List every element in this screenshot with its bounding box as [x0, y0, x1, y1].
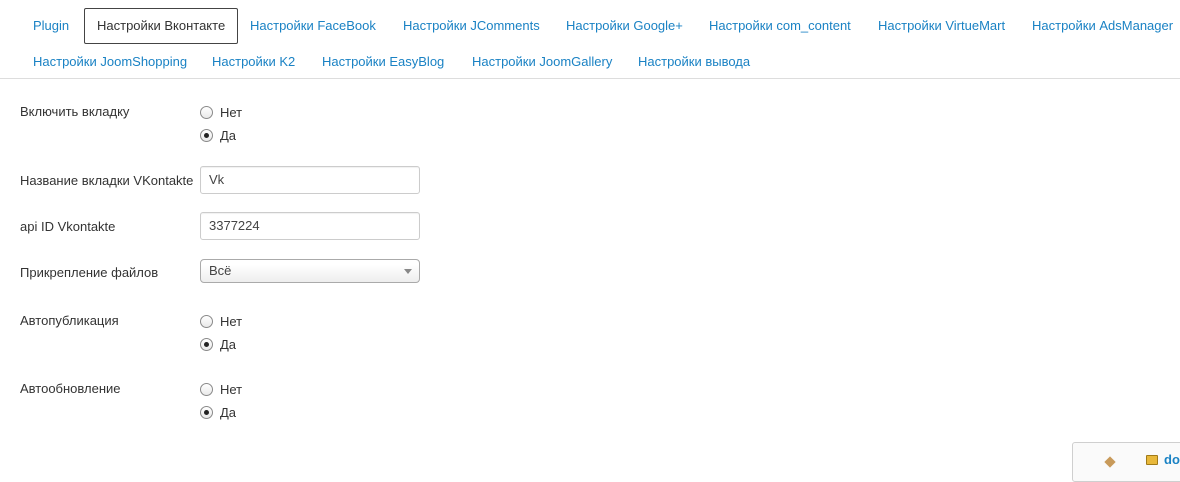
enable-tab-no-label: Нет — [220, 104, 243, 120]
enable-tab-yes-radio[interactable] — [200, 128, 213, 142]
tab-joomgallery-settings[interactable]: Настройки JoomGallery — [472, 44, 612, 80]
enable-tab-no-radio[interactable] — [200, 105, 213, 119]
tab-output-settings[interactable]: Настройки вывода — [638, 44, 750, 80]
bottom-toolbar-link[interactable]: do — [1164, 452, 1180, 467]
attachments-selected-value: Всё — [209, 263, 232, 278]
tab-jcomments-settings[interactable]: Настройки JComments — [403, 8, 540, 44]
enable-tab-yes-label: Да — [220, 127, 237, 143]
autopublish-label: Автопубликация — [20, 313, 119, 328]
tab-easyblog-settings[interactable]: Настройки EasyBlog — [322, 44, 444, 80]
tab-k2-settings[interactable]: Настройки K2 — [212, 44, 295, 80]
autopublish-yes-option[interactable]: Да — [200, 336, 236, 352]
autoupdate-yes-radio[interactable] — [200, 405, 213, 419]
tab-virtuemart-settings[interactable]: Настройки VirtueMart — [878, 8, 1005, 44]
tab-adsmanager-settings[interactable]: Настройки AdsManager — [1032, 8, 1173, 44]
folder-icon — [1146, 455, 1158, 465]
chevron-down-icon — [404, 269, 412, 274]
tab-plugin[interactable]: Plugin — [33, 8, 69, 44]
api-id-input[interactable]: 3377224 — [200, 212, 420, 240]
autopublish-no-radio[interactable] — [200, 314, 213, 328]
settings-tabs: Plugin Настройки Вконтакте Настройки Fac… — [0, 0, 1180, 79]
autoupdate-no-option[interactable]: Нет — [200, 381, 242, 397]
tab-facebook-settings[interactable]: Настройки FaceBook — [250, 8, 376, 44]
enable-tab-label: Включить вкладку — [20, 104, 130, 119]
autoupdate-label: Автообновление — [20, 381, 121, 396]
autoupdate-no-label: Нет — [220, 381, 243, 397]
api-id-label: api ID Vkontakte — [20, 219, 116, 234]
autopublish-yes-label: Да — [220, 336, 237, 352]
autopublish-no-label: Нет — [220, 313, 243, 329]
tab-name-input[interactable]: Vk — [200, 166, 420, 194]
attachments-label: Прикрепление файлов — [20, 265, 159, 280]
autoupdate-yes-option[interactable]: Да — [200, 404, 236, 420]
autopublish-yes-radio[interactable] — [200, 337, 213, 351]
tab-joomshopping-settings[interactable]: Настройки JoomShopping — [33, 44, 187, 80]
attachments-select[interactable]: Всё — [200, 259, 420, 283]
autoupdate-no-radio[interactable] — [200, 382, 213, 396]
tab-googleplus-settings[interactable]: Настройки Google+ — [566, 8, 683, 44]
enable-tab-no-option[interactable]: Нет — [200, 104, 242, 120]
tab-vkontakte-settings[interactable]: Настройки Вконтакте — [84, 8, 239, 44]
autopublish-no-option[interactable]: Нет — [200, 313, 242, 329]
enable-tab-yes-option[interactable]: Да — [200, 127, 236, 143]
autoupdate-yes-label: Да — [220, 404, 237, 420]
tab-com-content-settings[interactable]: Настройки com_content — [709, 8, 851, 44]
tab-name-label: Название вкладки VKontakte — [20, 173, 194, 188]
